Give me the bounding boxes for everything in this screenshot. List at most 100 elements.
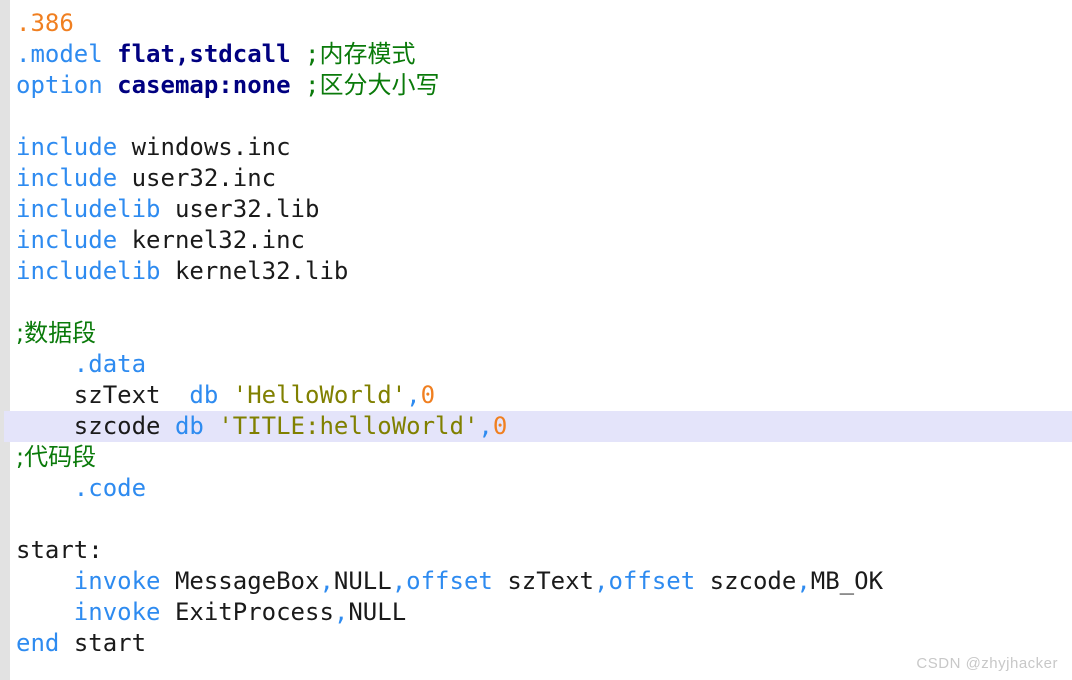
token-function-name: ExitProcess	[174, 598, 334, 626]
token-offset-keyword: offset	[406, 567, 493, 595]
code-line-7[interactable]: includelib user32.lib	[10, 194, 1072, 225]
token-comma: ,	[319, 567, 334, 595]
token-data-section-comment: ;数据段	[16, 319, 97, 347]
code-line-2[interactable]: .model flat,stdcall ;内存模式	[10, 39, 1072, 70]
code-line-18[interactable]: start:	[10, 535, 1072, 566]
csdn-watermark: CSDN @zhyjhacker	[916, 655, 1058, 672]
token-data-directive: .data	[73, 350, 147, 378]
token-db-directive: db	[174, 412, 204, 440]
token-include-keyword: include	[16, 226, 118, 254]
token-option-directive: option	[16, 71, 103, 99]
code-line-14-highlighted[interactable]: szcode db 'TITLE:helloWorld',0	[4, 411, 1072, 442]
code-line-4-blank[interactable]	[10, 101, 1072, 132]
token-function-name: MessageBox	[174, 567, 320, 595]
code-line-21[interactable]: end start	[10, 628, 1072, 659]
code-line-19[interactable]: invoke MessageBox,NULL,offset szText,off…	[10, 566, 1072, 597]
token-include-keyword: include	[16, 164, 118, 192]
code-line-17-blank[interactable]	[10, 504, 1072, 535]
code-line-11[interactable]: ;数据段	[10, 318, 1072, 349]
token-comma: ,	[796, 567, 811, 595]
token-includelib-file: user32.lib	[174, 195, 320, 223]
code-area[interactable]: .386 .model flat,stdcall ;内存模式 option ca…	[4, 0, 1072, 680]
token-directive: .386	[16, 9, 74, 37]
token-include-file: windows.inc	[131, 133, 291, 161]
code-listing: .386 .model flat,stdcall ;内存模式 option ca…	[0, 0, 1072, 680]
token-end-keyword: end	[16, 629, 60, 657]
code-line-1[interactable]: .386	[10, 8, 1072, 39]
token-invoke-keyword: invoke	[73, 567, 161, 595]
token-code-directive: .code	[73, 474, 147, 502]
code-line-3[interactable]: option casemap:none ;区分大小写	[10, 70, 1072, 101]
token-option-operands: casemap:none	[117, 71, 291, 99]
code-line-6[interactable]: include user32.inc	[10, 163, 1072, 194]
token-comment-mark: ;	[305, 40, 320, 68]
code-line-8[interactable]: include kernel32.inc	[10, 225, 1072, 256]
token-comment-text: 内存模式	[319, 40, 416, 68]
token-include-keyword: include	[16, 133, 118, 161]
token-string-literal: 'HelloWorld'	[232, 381, 407, 409]
token-offset-keyword: offset	[608, 567, 696, 595]
code-line-16[interactable]: .code	[10, 473, 1072, 504]
token-comma: ,	[594, 567, 609, 595]
code-line-15[interactable]: ;代码段	[10, 442, 1072, 473]
token-null-arg: NULL	[333, 567, 392, 595]
code-line-9[interactable]: includelib kernel32.lib	[10, 256, 1072, 287]
token-variable-name: szcode	[73, 412, 161, 440]
token-number-literal: 0	[420, 381, 436, 409]
token-arg-sztext: szText	[507, 567, 595, 595]
token-comma: ,	[478, 412, 493, 440]
token-comma: ,	[333, 598, 349, 626]
token-model-directive: .model	[16, 40, 103, 68]
token-include-file: kernel32.inc	[131, 226, 305, 254]
token-arg-szcode: szcode	[709, 567, 797, 595]
token-includelib-file: kernel32.lib	[174, 257, 349, 285]
token-model-operands: flat,stdcall	[117, 40, 291, 68]
token-mb-ok-flag: MB_OK	[810, 567, 884, 595]
token-start-label: start:	[16, 536, 103, 564]
token-invoke-keyword: invoke	[73, 598, 161, 626]
code-line-20[interactable]: invoke ExitProcess,NULL	[10, 597, 1072, 628]
code-line-12[interactable]: .data	[10, 349, 1072, 380]
token-includelib-keyword: includelib	[16, 195, 161, 223]
code-line-5[interactable]: include windows.inc	[10, 132, 1072, 163]
token-db-directive: db	[189, 381, 219, 409]
code-line-10-blank[interactable]	[10, 287, 1072, 318]
token-comment-text: 区分大小写	[319, 71, 440, 99]
editor-gutter	[0, 0, 10, 680]
token-comma: ,	[391, 567, 407, 595]
code-line-13[interactable]: szText db 'HelloWorld',0	[10, 380, 1072, 411]
token-number-literal: 0	[492, 412, 508, 440]
token-code-section-comment: ;代码段	[16, 443, 97, 471]
token-includelib-keyword: includelib	[16, 257, 161, 285]
token-null-arg: NULL	[348, 598, 407, 626]
token-comment-mark: ;	[305, 71, 320, 99]
token-include-file: user32.inc	[131, 164, 277, 192]
token-end-label: start	[73, 629, 147, 657]
token-variable-name: szText	[73, 381, 161, 409]
token-string-literal: 'TITLE:helloWorld'	[218, 412, 479, 440]
